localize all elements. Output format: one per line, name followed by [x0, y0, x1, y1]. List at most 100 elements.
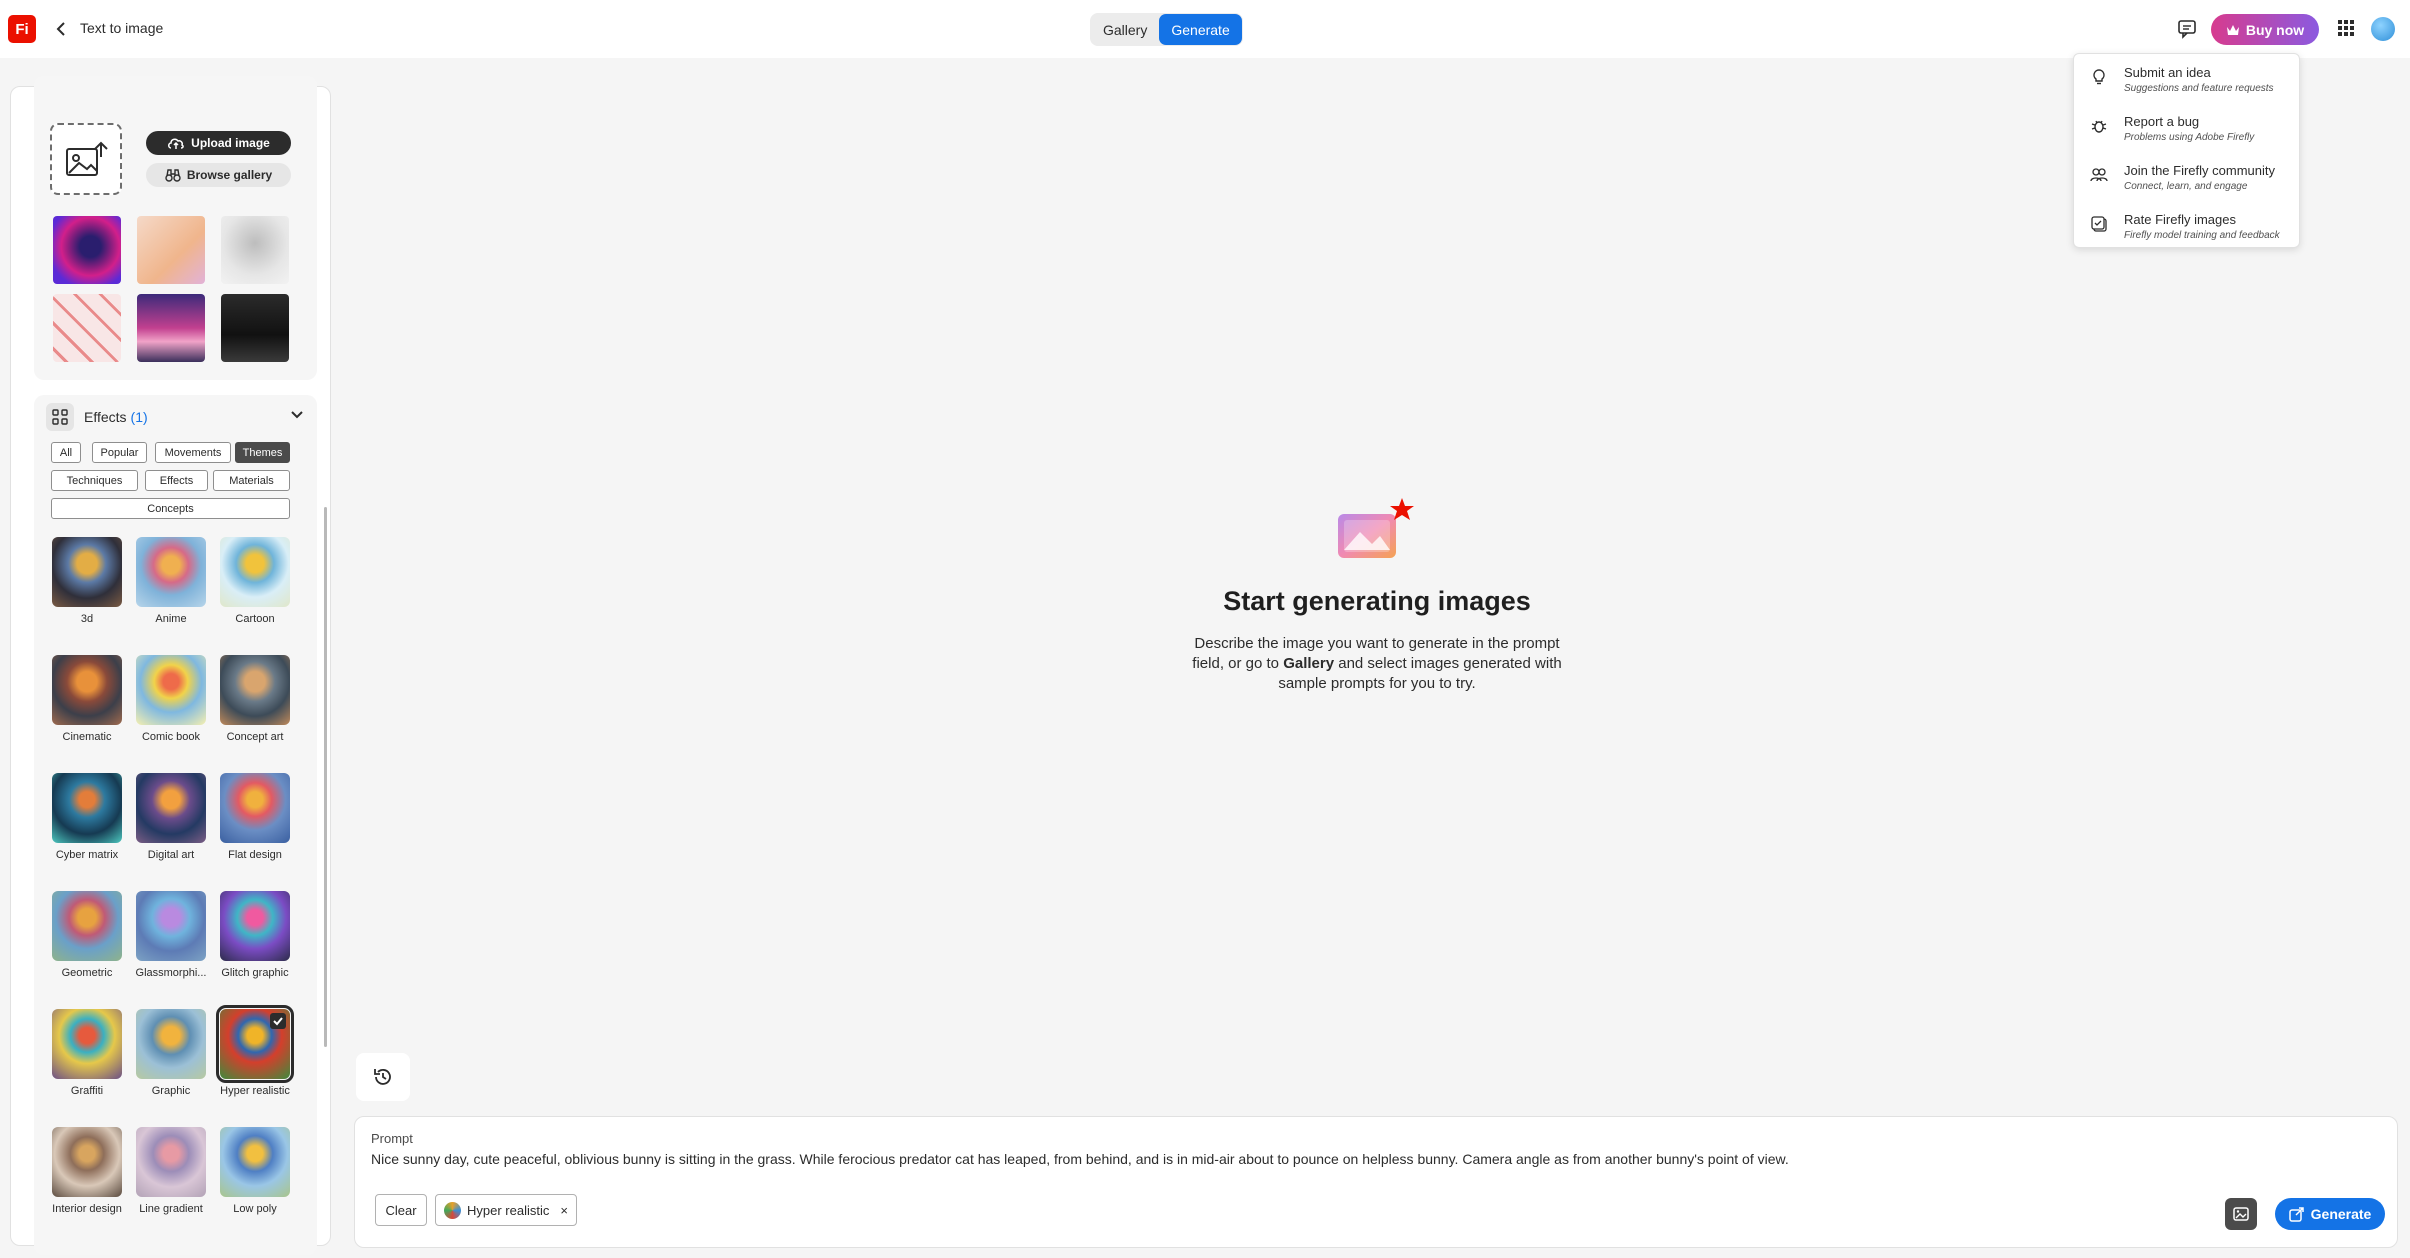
tab-generate[interactable]: Generate [1159, 14, 1242, 45]
effects-count: (1) [130, 409, 148, 425]
effect-tile[interactable] [52, 1009, 122, 1079]
prompt-label: Prompt [371, 1131, 413, 1146]
effect-tile-label: Geometric [61, 967, 113, 979]
filter-techniques[interactable]: Techniques [51, 470, 138, 491]
upload-image-icon [66, 141, 108, 176]
effect-tile[interactable] [220, 891, 290, 961]
effect-tile-label: Glitch graphic [221, 967, 289, 979]
effect-tile[interactable] [136, 891, 206, 961]
firefly-logo[interactable]: Fi [8, 15, 36, 43]
effect-tile[interactable] [52, 655, 122, 725]
effect-tile[interactable] [136, 655, 206, 725]
menu-item-rate-images[interactable]: Rate Firefly images Firefly model traini… [2084, 205, 2294, 245]
tab-gallery[interactable]: Gallery [1091, 14, 1159, 45]
effect-tile[interactable] [220, 1127, 290, 1197]
filter-movements[interactable]: Movements [155, 442, 231, 463]
effects-header[interactable]: Effects (1) [46, 402, 308, 432]
effect-chip-label: Hyper realistic [467, 1202, 550, 1218]
image-generate-icon [1336, 498, 1416, 562]
filter-materials[interactable]: Materials [213, 470, 290, 491]
effect-tile[interactable] [220, 537, 290, 607]
effect-tile-label: Graphic [151, 1085, 191, 1097]
cloud-upload-icon [168, 138, 184, 149]
browse-gallery-button[interactable]: Browse gallery [146, 163, 291, 187]
filter-concepts[interactable]: Concepts [51, 498, 290, 519]
reference-thumb-clouds[interactable] [137, 294, 205, 362]
effect-tile[interactable] [136, 537, 206, 607]
effect-tile-label: Cyber matrix [55, 849, 119, 861]
history-icon [374, 1069, 391, 1085]
remove-effect-icon[interactable]: × [560, 1203, 568, 1218]
clear-button[interactable]: Clear [375, 1194, 427, 1226]
menu-item-subtitle: Problems using Adobe Firefly [2124, 132, 2255, 143]
effect-tile-label: Line gradient [139, 1203, 203, 1215]
prompt-panel: Prompt Nice sunny day, cute peaceful, ob… [354, 1116, 2398, 1248]
effect-tile[interactable] [136, 1127, 206, 1197]
menu-item-subtitle: Firefly model training and feedback [2124, 230, 2280, 241]
crown-icon [2226, 24, 2239, 35]
effect-tile-label: Interior design [52, 1203, 122, 1215]
lightbulb-icon [2093, 69, 2105, 85]
image-reference-icon [2233, 1207, 2249, 1221]
menu-item-submit-idea[interactable]: Submit an idea Suggestions and feature r… [2084, 58, 2294, 98]
buy-now-button[interactable]: Buy now [2211, 14, 2319, 45]
filter-effects[interactable]: Effects [145, 470, 208, 491]
filter-popular[interactable]: Popular [92, 442, 147, 463]
effect-tile-label: Graffiti [70, 1085, 104, 1097]
image-drop-zone[interactable] [50, 123, 122, 195]
checkmark-icon [270, 1013, 286, 1029]
effect-tile[interactable] [52, 891, 122, 961]
back-arrow-icon[interactable] [52, 18, 70, 40]
feedback-icon[interactable] [2176, 18, 2198, 40]
upload-image-button[interactable]: Upload image [146, 131, 291, 155]
generate-button[interactable]: Generate [2275, 1198, 2385, 1230]
app-grid-icon[interactable] [2337, 19, 2355, 37]
gallery-link[interactable]: Gallery [1283, 655, 1334, 672]
reference-thumb-portrait[interactable] [221, 216, 289, 284]
effect-tile-label: 3d [80, 613, 94, 625]
browse-gallery-label: Browse gallery [186, 168, 273, 182]
upload-image-label: Upload image [191, 136, 270, 150]
effect-tile-label: Cinematic [62, 731, 112, 743]
effect-tile-label: Digital art [147, 849, 195, 861]
filter-all[interactable]: All [51, 442, 81, 463]
menu-item-title: Submit an idea [2124, 65, 2211, 80]
effect-tile[interactable] [136, 1009, 206, 1079]
effect-tile-label: Anime [155, 613, 187, 625]
effect-tile-label: Flat design [228, 849, 282, 861]
binoculars-icon [165, 169, 181, 182]
filter-themes[interactable]: Themes [235, 442, 290, 463]
sidebar-scrollbar[interactable] [324, 507, 327, 1047]
reference-image-button[interactable] [2225, 1198, 2257, 1230]
reference-thumb-neon[interactable] [53, 216, 121, 284]
chevron-down-icon[interactable] [290, 410, 304, 420]
effects-icon [46, 403, 74, 431]
effect-tile[interactable] [52, 537, 122, 607]
prompt-input[interactable]: Nice sunny day, cute peaceful, oblivious… [371, 1151, 2351, 1167]
effects-title: Effects [84, 409, 127, 425]
effect-tile-label: Glassmorphi... [135, 967, 207, 979]
reference-thumb-pattern[interactable] [53, 294, 121, 362]
effect-tile[interactable] [52, 773, 122, 843]
effect-tile[interactable] [136, 773, 206, 843]
effect-tile-label: Concept art [226, 731, 284, 743]
menu-item-join-community[interactable]: Join the Firefly community Connect, lear… [2084, 156, 2294, 196]
effect-tile[interactable] [216, 1005, 294, 1083]
effect-tile-label: Cartoon [235, 613, 275, 625]
reference-thumb-thumbs-up[interactable] [137, 216, 205, 284]
menu-item-title: Report a bug [2124, 114, 2200, 129]
effect-tile[interactable] [52, 1127, 122, 1197]
effect-tile-label: Low poly [233, 1203, 277, 1215]
effect-tile[interactable] [220, 773, 290, 843]
effect-chip-thumbnail [444, 1201, 461, 1219]
effect-tile[interactable] [220, 655, 290, 725]
menu-item-title: Join the Firefly community [2124, 163, 2275, 178]
top-bar: Fi Text to image Gallery Generate Buy no… [0, 0, 2410, 58]
generate-icon [2288, 1207, 2304, 1222]
effect-tile-label: Hyper realistic [220, 1085, 290, 1097]
history-button[interactable] [356, 1053, 410, 1101]
user-avatar[interactable] [2371, 17, 2395, 41]
menu-item-report-bug[interactable]: Report a bug Problems using Adobe Firefl… [2084, 107, 2294, 147]
community-icon [2090, 168, 2108, 182]
reference-thumb-man[interactable] [221, 294, 289, 362]
